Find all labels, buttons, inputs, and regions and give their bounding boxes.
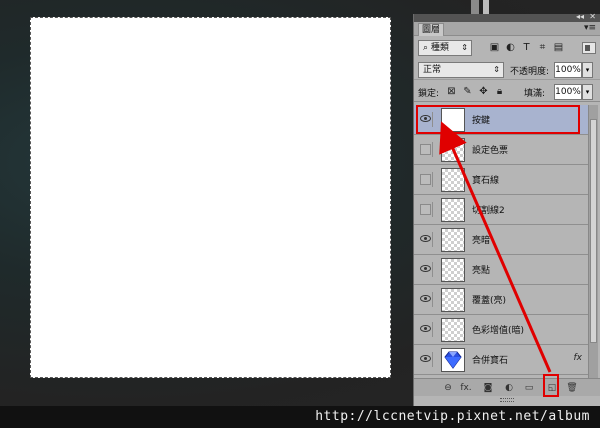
watermark-url: http://lccnetvip.pixnet.net/album	[315, 409, 590, 424]
footer-bar: http://lccnetvip.pixnet.net/album	[0, 406, 600, 428]
annotation-arrow	[439, 121, 552, 373]
